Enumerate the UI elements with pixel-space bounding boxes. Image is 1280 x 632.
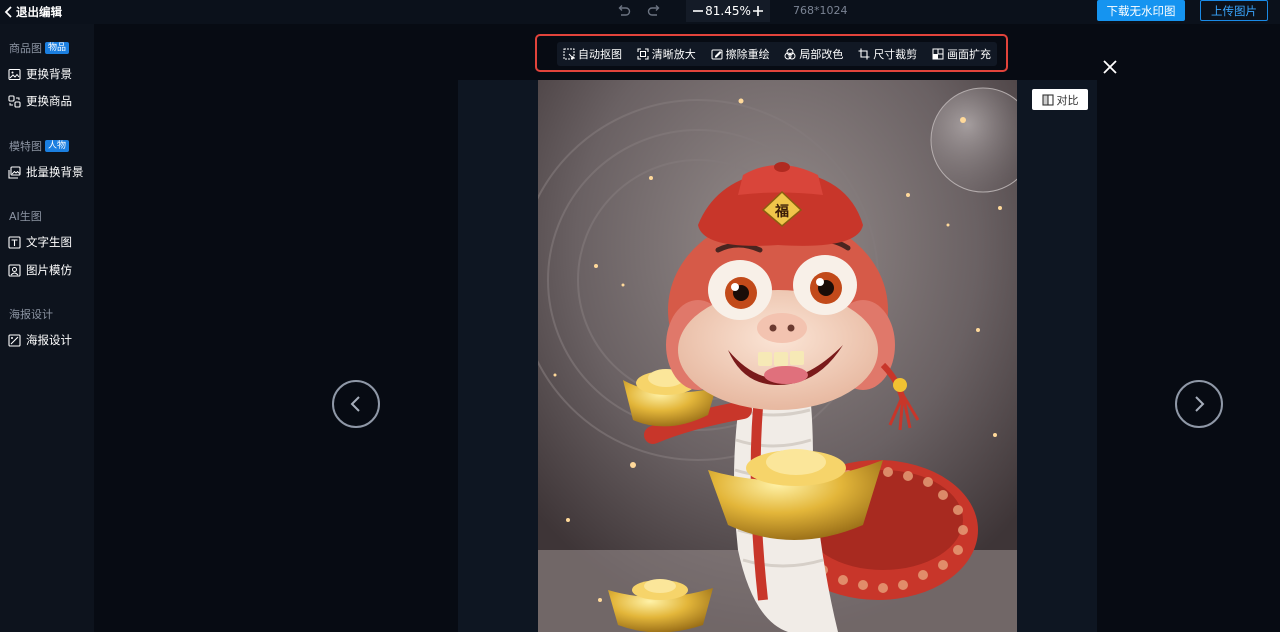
exit-edit-button[interactable]: 退出编辑 xyxy=(4,3,62,21)
eraser-icon xyxy=(711,49,723,60)
tool-recolor[interactable]: 局部改色 xyxy=(784,46,843,62)
section-title-text: 模特图 xyxy=(9,140,42,153)
edit-toolbar: 自动抠图 清晰放大 擦除重绘 局部改色 尺寸裁剪 画面扩充 xyxy=(557,42,997,66)
sidebar: 商品图 物品 更换背景 更换商品 模特图 人物 批量换背景 AI生图 文字生图 … xyxy=(0,24,94,632)
chevron-left-icon xyxy=(4,6,12,18)
upscale-icon xyxy=(637,48,649,60)
sidebar-item-image-imitate[interactable]: 图片模仿 xyxy=(8,261,92,279)
section-title-text: 商品图 xyxy=(9,42,42,55)
section-title-text: AI生图 xyxy=(9,210,42,223)
section-title-poster: 海报设计 xyxy=(9,306,53,322)
sidebar-item-label: 海报设计 xyxy=(26,333,72,347)
section-title-model: 模特图 人物 xyxy=(9,138,70,154)
undo-redo-group xyxy=(616,3,662,19)
chevron-left-icon xyxy=(350,396,360,412)
cutout-icon xyxy=(563,48,575,60)
section-title-text: 海报设计 xyxy=(9,308,53,321)
compare-icon xyxy=(1041,93,1054,106)
sidebar-item-change-background[interactable]: 更换背景 xyxy=(8,65,92,83)
sidebar-item-label: 图片模仿 xyxy=(26,263,72,277)
imitate-icon xyxy=(8,263,21,277)
image-dimensions: 768*1024 xyxy=(793,4,848,17)
palette-icon xyxy=(784,48,796,60)
hat-badge-text: 福 xyxy=(774,203,789,220)
sidebar-item-label: 更换背景 xyxy=(26,67,72,81)
section-badge: 物品 xyxy=(45,42,70,54)
section-title-ai: AI生图 xyxy=(9,208,42,224)
tool-erase-redraw[interactable]: 擦除重绘 xyxy=(711,46,770,62)
undo-icon[interactable] xyxy=(616,3,632,19)
tool-expand[interactable]: 画面扩充 xyxy=(932,46,991,62)
gallery-icon xyxy=(8,165,21,179)
snake-illustration: 福 xyxy=(538,80,1017,632)
compare-label: 对比 xyxy=(1056,93,1079,107)
text-image-icon xyxy=(8,235,21,249)
tool-label: 尺寸裁剪 xyxy=(873,48,918,61)
image-icon xyxy=(8,68,21,80)
upload-image-button[interactable]: 上传图片 xyxy=(1200,0,1268,21)
sidebar-item-label: 文字生图 xyxy=(26,235,72,249)
section-title-product: 商品图 物品 xyxy=(9,40,70,56)
tool-label: 局部改色 xyxy=(799,48,844,61)
download-no-watermark-button[interactable]: 下载无水印图 xyxy=(1097,0,1185,21)
edited-photo[interactable]: 福 xyxy=(538,80,1017,632)
exit-edit-label: 退出编辑 xyxy=(16,5,62,19)
sidebar-item-label: 批量换背景 xyxy=(26,165,84,179)
expand-canvas-icon xyxy=(932,48,944,60)
section-badge: 人物 xyxy=(45,140,70,152)
tool-label: 清晰放大 xyxy=(651,48,696,61)
compare-button[interactable]: 对比 xyxy=(1032,89,1088,110)
tool-label: 自动抠图 xyxy=(578,48,622,61)
sidebar-item-poster-design[interactable]: 海报设计 xyxy=(8,331,92,349)
sidebar-item-label: 更换商品 xyxy=(26,94,72,108)
tool-label: 画面扩充 xyxy=(946,48,991,61)
previous-image-button[interactable] xyxy=(332,380,380,428)
close-icon[interactable] xyxy=(1102,59,1118,75)
zoom-value: 81.45% xyxy=(705,4,751,18)
tool-upscale[interactable]: 清晰放大 xyxy=(637,46,696,62)
tool-crop[interactable]: 尺寸裁剪 xyxy=(858,46,917,62)
sidebar-item-text-to-image[interactable]: 文字生图 xyxy=(8,233,92,251)
top-bar: 退出编辑 81.45% 768*1024 下载无水印图 上传图片 xyxy=(0,0,1280,24)
crop-icon xyxy=(858,48,870,60)
next-image-button[interactable] xyxy=(1175,380,1223,428)
sidebar-item-change-product[interactable]: 更换商品 xyxy=(8,92,92,110)
poster-icon xyxy=(8,333,21,347)
tool-auto-cutout[interactable]: 自动抠图 xyxy=(563,46,622,62)
zoom-control: 81.45% xyxy=(686,0,770,22)
chevron-right-icon xyxy=(1195,396,1205,412)
zoom-out-icon[interactable] xyxy=(692,5,704,17)
redo-icon[interactable] xyxy=(646,3,662,19)
zoom-in-icon[interactable] xyxy=(752,5,764,17)
sidebar-item-batch-background[interactable]: 批量换背景 xyxy=(8,163,92,181)
tool-label: 擦除重绘 xyxy=(725,48,770,61)
swap-icon xyxy=(8,94,21,108)
